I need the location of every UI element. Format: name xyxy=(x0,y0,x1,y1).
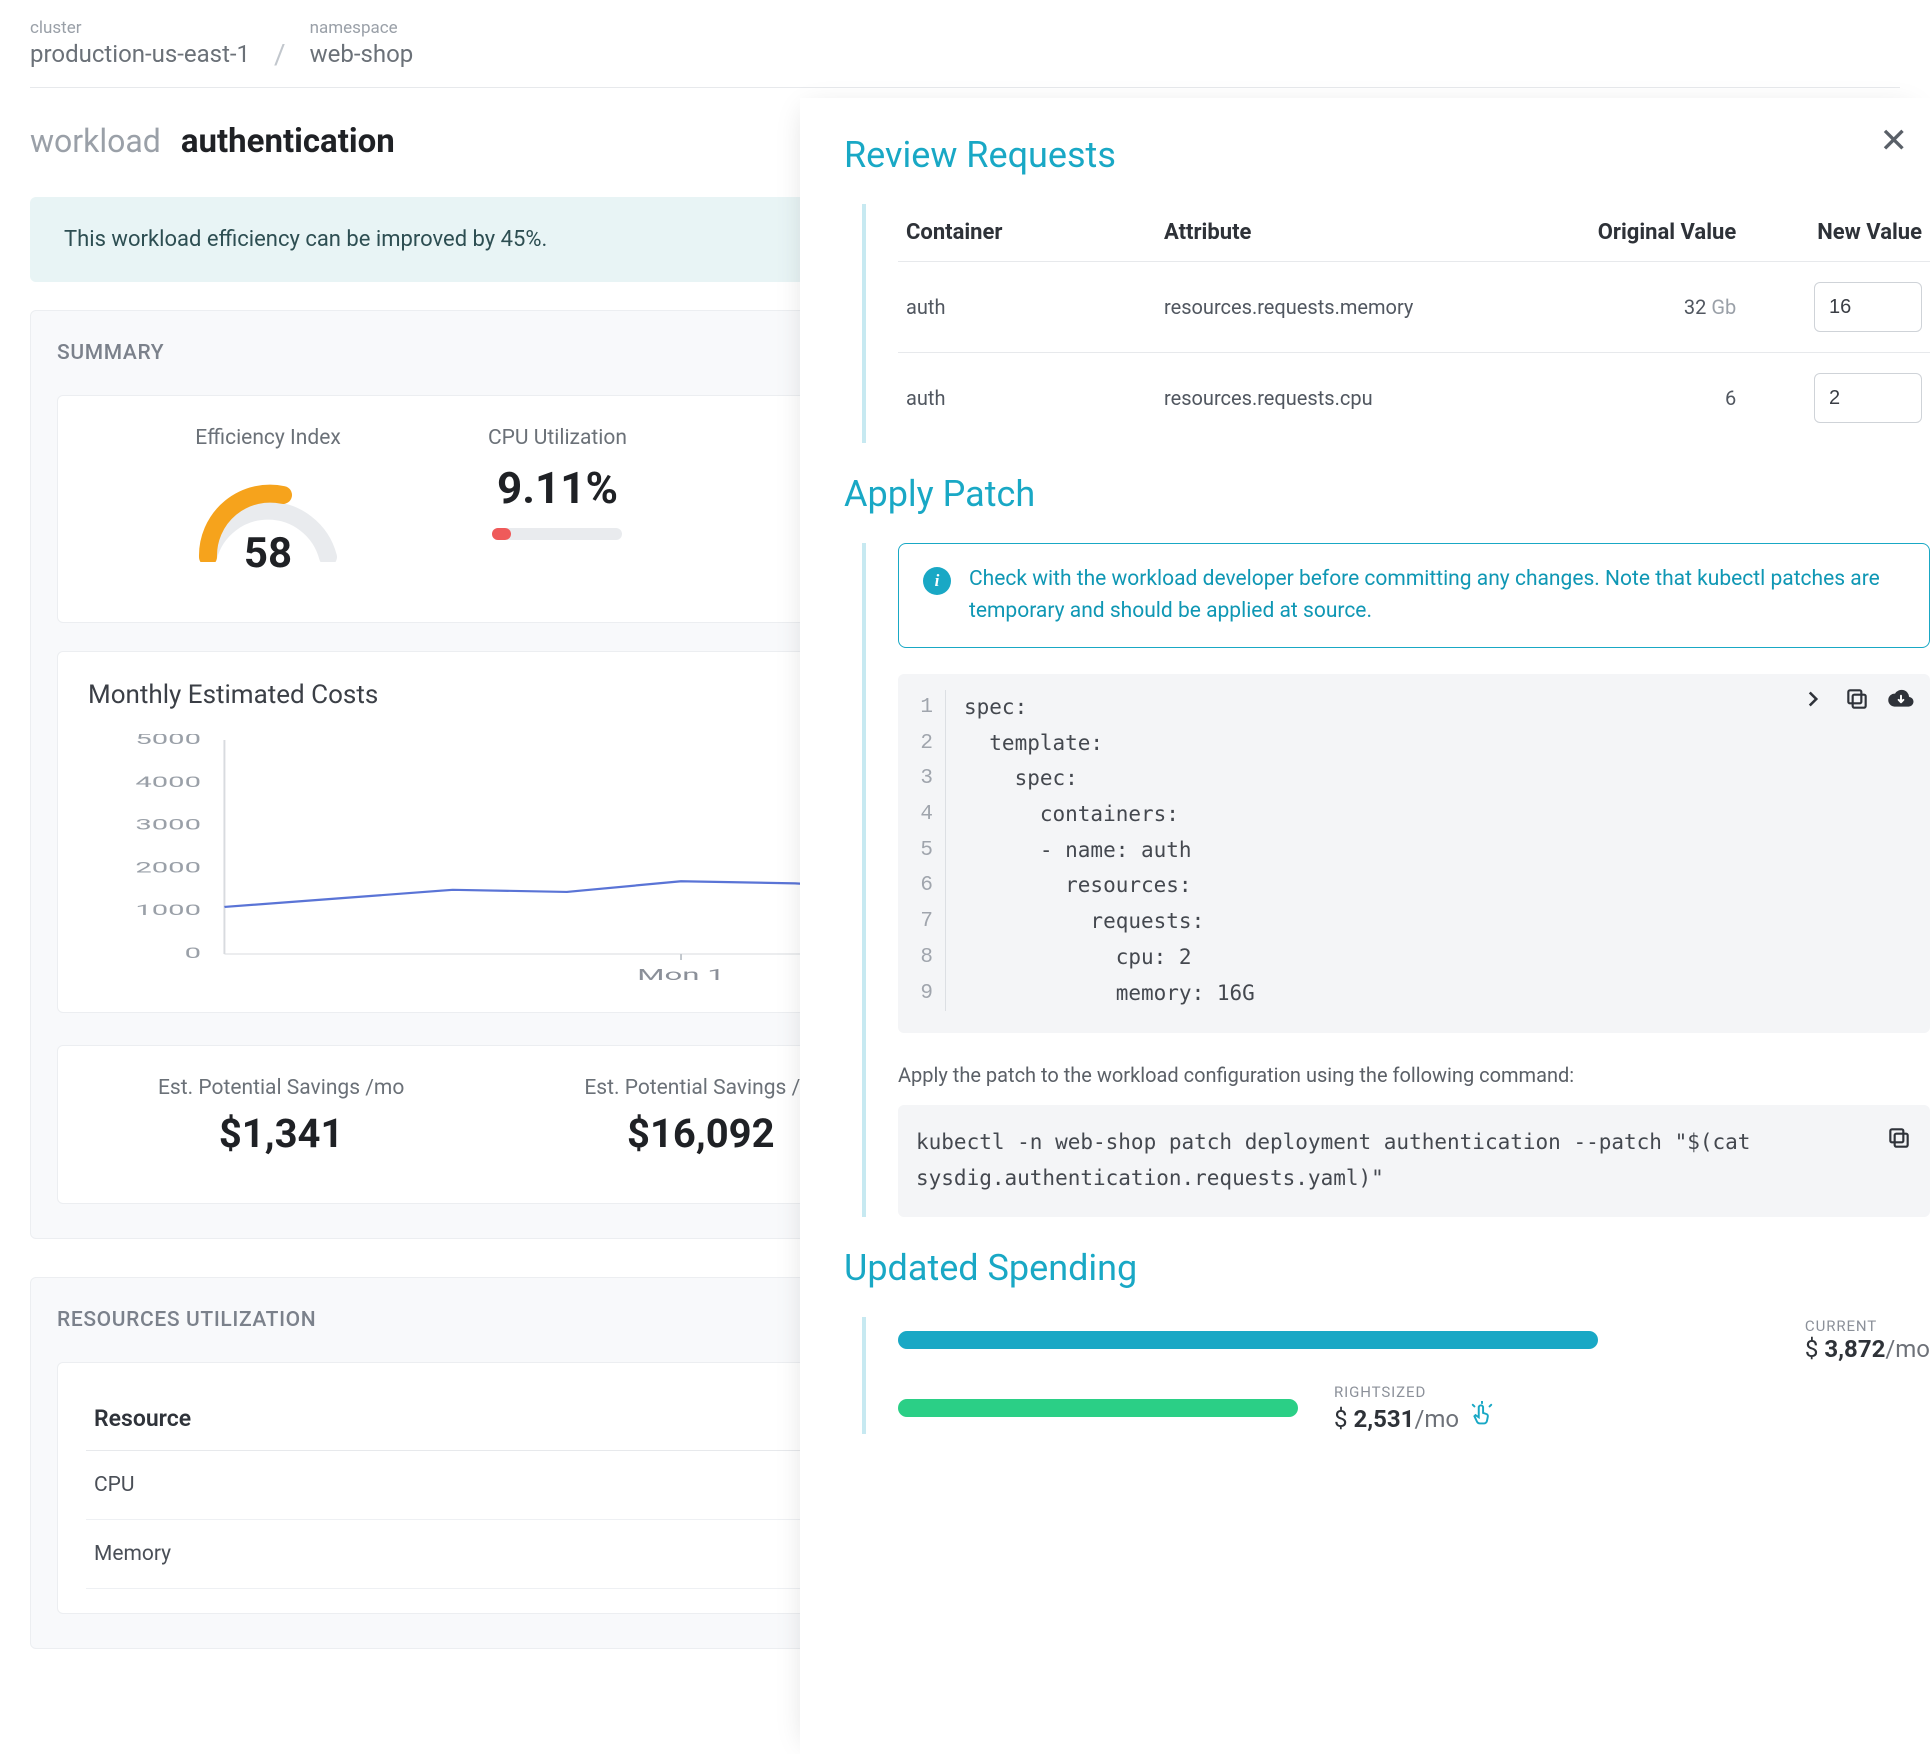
svg-text:0: 0 xyxy=(185,944,201,962)
spending-current-label: CURRENT xyxy=(1805,1317,1930,1335)
close-icon[interactable]: ✕ xyxy=(1880,124,1909,158)
table-row: authresources.requests.memory 32 Gb xyxy=(898,262,1930,353)
efficiency-gauge: 58 xyxy=(188,462,348,572)
spending-current-bar xyxy=(898,1331,1598,1349)
apply-patch-title: Apply Patch xyxy=(844,473,1930,515)
col-attribute: Attribute xyxy=(1156,204,1507,262)
efficiency-label: Efficiency Index xyxy=(188,426,348,450)
cpu-util-label: CPU Utilization xyxy=(488,426,627,450)
savings-monthly: Est. Potential Savings /mo $1,341 xyxy=(158,1076,404,1157)
tap-icon[interactable] xyxy=(1469,1404,1495,1434)
spending-rightsized-bar xyxy=(898,1399,1298,1417)
breadcrumb-separator: / xyxy=(274,38,286,72)
savings-yr-label: Est. Potential Savings /yr xyxy=(584,1076,817,1100)
col-resource[interactable]: Resource xyxy=(86,1387,862,1451)
cpu-utilization-metric: CPU Utilization 9.11% xyxy=(488,426,627,572)
svg-text:3000: 3000 xyxy=(135,816,201,834)
col-new: New Value xyxy=(1744,204,1930,262)
command-text: kubectl -n web-shop patch deployment aut… xyxy=(916,1125,1886,1196)
svg-text:2000: 2000 xyxy=(135,858,201,876)
spending-current-value: 3,872 xyxy=(1824,1335,1885,1363)
review-requests-table: Container Attribute Original Value New V… xyxy=(898,204,1930,443)
spending-rightsized-label: RIGHTSIZED xyxy=(1334,1383,1495,1401)
breadcrumb-namespace-label: namespace xyxy=(310,18,414,38)
download-icon[interactable] xyxy=(1888,686,1914,728)
command-block: kubectl -n web-shop patch deployment aut… xyxy=(898,1105,1930,1216)
spending-current-meta: CURRENT $ 3,872/mo xyxy=(1805,1317,1930,1363)
col-container: Container xyxy=(898,204,1156,262)
side-panel: ✕ Review Requests Container Attribute Or… xyxy=(800,98,1930,1754)
workload-name: authentication xyxy=(181,122,395,161)
breadcrumb-namespace[interactable]: namespace web-shop xyxy=(310,18,414,69)
copy-icon[interactable] xyxy=(1844,686,1870,728)
svg-text:Mon 1: Mon 1 xyxy=(637,966,724,985)
copy-command-icon[interactable] xyxy=(1886,1125,1912,1164)
efficiency-value: 58 xyxy=(188,529,348,578)
workload-label: workload xyxy=(30,122,161,160)
svg-text:4000: 4000 xyxy=(135,773,201,791)
cpu-util-bar xyxy=(492,528,622,540)
patch-info-text: Check with the workload developer before… xyxy=(969,564,1905,627)
savings-mo-label: Est. Potential Savings /mo xyxy=(158,1076,404,1100)
breadcrumb-cluster-label: cluster xyxy=(30,18,250,38)
cpu-util-value: 9.11% xyxy=(488,462,627,514)
svg-text:1000: 1000 xyxy=(135,901,201,919)
review-requests-title: Review Requests xyxy=(844,134,1930,176)
patch-info-box: i Check with the workload developer befo… xyxy=(898,543,1930,648)
updated-spending-title: Updated Spending xyxy=(844,1247,1930,1289)
breadcrumb-namespace-value: web-shop xyxy=(310,40,414,69)
breadcrumb: cluster production-us-east-1 / namespace… xyxy=(30,18,1900,88)
col-original: Original Value xyxy=(1507,204,1744,262)
spending-rightsized-meta: RIGHTSIZED $ 2,531/mo xyxy=(1334,1383,1495,1434)
new-value-input[interactable] xyxy=(1814,373,1922,423)
spending-current-row: CURRENT $ 3,872/mo xyxy=(898,1317,1930,1363)
info-icon: i xyxy=(923,567,951,595)
spending-rightsized-value: 2,531 xyxy=(1353,1405,1414,1433)
savings-yearly: Est. Potential Savings /yr $16,092 xyxy=(584,1076,817,1157)
spending-rightsized-row: RIGHTSIZED $ 2,531/mo xyxy=(898,1383,1930,1434)
breadcrumb-cluster-value: production-us-east-1 xyxy=(30,40,250,69)
efficiency-index-metric: Efficiency Index 58 xyxy=(188,426,348,572)
new-value-input[interactable] xyxy=(1814,282,1922,332)
expand-icon[interactable] xyxy=(1800,686,1826,728)
savings-mo-value: $1,341 xyxy=(158,1110,404,1157)
command-note: Apply the patch to the workload configur… xyxy=(898,1063,1930,1087)
yaml-code-block: 1 2 3 4 5 6 7 8 9 spec: template: spec: … xyxy=(898,674,1930,1033)
table-row: authresources.requests.cpu 6 xyxy=(898,353,1930,444)
svg-text:5000: 5000 xyxy=(135,734,201,748)
savings-yr-value: $16,092 xyxy=(584,1110,817,1157)
breadcrumb-cluster[interactable]: cluster production-us-east-1 xyxy=(30,18,250,69)
